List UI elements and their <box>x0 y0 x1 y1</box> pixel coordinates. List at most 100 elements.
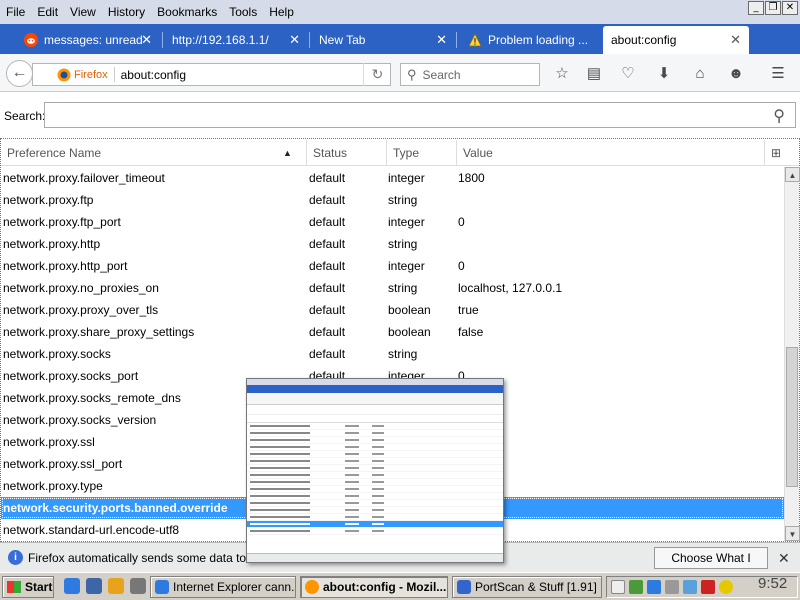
close-tab-icon[interactable]: ✕ <box>141 32 152 48</box>
tab-messages-unread[interactable]: messages: unread ✕ <box>16 26 160 54</box>
scroll-up-icon[interactable]: ▲ <box>785 167 800 182</box>
menu-bookmarks[interactable]: Bookmarks <box>151 2 223 22</box>
pocket-icon[interactable]: ♡ <box>618 65 638 83</box>
tab-separator <box>162 32 163 48</box>
thumb-row-line <box>250 488 310 490</box>
close-tab-icon[interactable]: ✕ <box>436 32 447 48</box>
menu-help[interactable]: Help <box>263 2 300 22</box>
media-player-quicklaunch-icon[interactable] <box>108 578 124 594</box>
table-row[interactable]: network.proxy.http default string <box>1 233 784 255</box>
menu-file[interactable]: File <box>0 2 31 22</box>
reload-button[interactable]: ↻ <box>363 63 391 86</box>
table-row[interactable]: network.proxy.no_proxies_on default string… <box>1 277 784 299</box>
back-button[interactable]: ← <box>6 60 33 87</box>
window-thumbnail-preview[interactable] <box>246 378 504 563</box>
taskbar-item-portscan[interactable]: PortScan & Stuff [1.91] <box>452 576 602 598</box>
network-tray-icon[interactable] <box>629 580 643 594</box>
bookmark-star-icon[interactable]: ☆ <box>552 65 572 83</box>
pref-name: network.proxy.ftp_port <box>3 215 121 229</box>
choose-what-i-share-button[interactable]: Choose What I Share <box>654 547 768 585</box>
ie-quicklaunch-icon[interactable] <box>64 578 80 594</box>
thumb-row-line <box>372 481 384 483</box>
close-tab-icon[interactable]: ✕ <box>289 32 300 48</box>
url-bar[interactable]: Firefox about:config <box>32 63 391 86</box>
thumb-row-line <box>345 439 359 441</box>
taskbar-clock: 9:52 <box>758 575 788 592</box>
home-icon[interactable]: ⌂ <box>690 65 710 83</box>
reddit-icon <box>24 33 38 47</box>
thumb-row-line <box>372 523 384 525</box>
search-placeholder: Search <box>422 67 461 82</box>
thumb-row-line <box>250 439 310 441</box>
update-tray-icon[interactable] <box>719 580 733 594</box>
pref-type: integer <box>388 215 425 229</box>
pref-value: 1800 <box>458 171 485 185</box>
table-row[interactable]: network.proxy.ftp default string <box>1 189 784 211</box>
help-tray-icon[interactable] <box>611 580 625 594</box>
tab-new-tab[interactable]: New Tab ✕ <box>311 26 455 54</box>
menu-bar: File Edit View History Bookmarks Tools H… <box>0 0 800 24</box>
tab-problem-loading[interactable]: Problem loading ... <box>460 26 600 54</box>
column-header-value[interactable]: Value <box>457 140 765 166</box>
column-picker-icon[interactable]: ⊞ <box>765 140 799 166</box>
download-icon[interactable]: ⬇ <box>654 65 674 83</box>
tab-about-config[interactable]: about:config ✕ <box>603 26 749 54</box>
close-tab-icon[interactable]: ✕ <box>730 32 741 48</box>
hamburger-menu-icon[interactable]: ☰ <box>768 65 788 83</box>
column-header-status[interactable]: Status <box>307 140 387 166</box>
site-identity[interactable]: Firefox <box>39 67 115 82</box>
vertical-scrollbar[interactable]: ▲ ▼ <box>784 167 800 541</box>
pref-type: string <box>388 193 418 207</box>
table-row[interactable]: network.proxy.ftp_port default integer 0 <box>1 211 784 233</box>
column-header-type[interactable]: Type <box>387 140 457 166</box>
close-notification-icon[interactable]: ✕ <box>778 550 790 567</box>
table-row[interactable]: network.proxy.share_proxy_settings defaul… <box>1 321 784 343</box>
thumb-row-line <box>250 502 310 504</box>
menu-view[interactable]: View <box>64 2 102 22</box>
reading-list-icon[interactable]: ▤ <box>584 65 604 83</box>
back-arrow-icon: ← <box>11 64 28 81</box>
security-tray-icon[interactable] <box>647 580 661 594</box>
quicklaunch-chevron-icon[interactable] <box>130 578 146 594</box>
thumb-row-line <box>345 432 359 434</box>
pref-status: default <box>309 281 346 295</box>
config-search-input[interactable]: ⚲ <box>44 102 796 128</box>
restore-button[interactable]: ❐ <box>765 1 781 15</box>
reload-icon: ↻ <box>371 66 384 82</box>
table-row[interactable]: network.proxy.http_port default integer 0 <box>1 255 784 277</box>
menu-edit[interactable]: Edit <box>31 2 64 22</box>
table-row[interactable]: network.proxy.proxy_over_tls default boole… <box>1 299 784 321</box>
close-window-button[interactable]: ✕ <box>782 1 798 15</box>
thumb-row-line <box>250 446 310 448</box>
portscan-icon <box>457 580 471 594</box>
column-header-name[interactable]: Preference Name ▲ <box>1 140 307 166</box>
pref-type: integer <box>388 259 425 273</box>
scroll-down-icon[interactable]: ▼ <box>785 526 800 541</box>
table-row[interactable]: network.proxy.failover_timeout default int… <box>1 167 784 189</box>
menu-tools[interactable]: Tools <box>223 2 263 22</box>
thumb-row <box>247 493 503 500</box>
taskbar-item-firefox[interactable]: about:config - Mozil... <box>300 576 448 598</box>
pref-value: true <box>458 303 479 317</box>
scrollbar-thumb[interactable] <box>786 347 798 487</box>
volume-tray-icon[interactable] <box>665 580 679 594</box>
pref-value: localhost, 127.0.0.1 <box>458 281 563 295</box>
pref-status: default <box>309 193 346 207</box>
thumb-row-line <box>250 516 310 518</box>
thumb-row-line <box>345 495 359 497</box>
hello-smiley-icon[interactable]: ☻ <box>726 65 746 83</box>
desktop-quicklaunch-icon[interactable] <box>86 578 102 594</box>
antivirus-tray-icon[interactable] <box>701 580 715 594</box>
web-search-input[interactable]: ⚲ Search <box>400 63 540 86</box>
table-row[interactable]: network.proxy.socks default string <box>1 343 784 365</box>
start-button[interactable]: Start <box>2 576 54 598</box>
menu-history[interactable]: History <box>102 2 151 22</box>
pref-status: default <box>309 347 346 361</box>
thumb-row-line <box>345 488 359 490</box>
info-icon: i <box>8 550 23 565</box>
minimize-button[interactable]: _ <box>748 1 764 15</box>
taskbar-item-internet-explorer[interactable]: Internet Explorer cann... <box>150 576 296 598</box>
pref-name: network.proxy.ssl <box>3 435 95 449</box>
power-tray-icon[interactable] <box>683 580 697 594</box>
tab-router[interactable]: http://192.168.1.1/ ✕ <box>164 26 308 54</box>
